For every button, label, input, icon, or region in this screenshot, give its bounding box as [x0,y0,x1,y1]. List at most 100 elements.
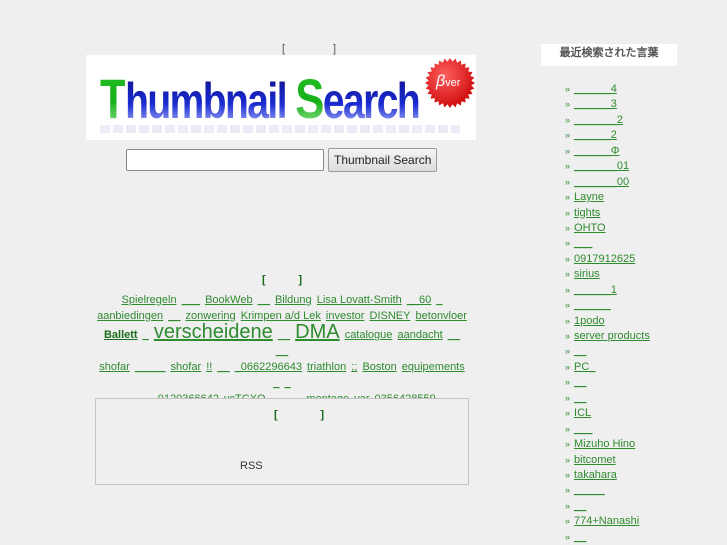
recent-searches-list: » ______4» ______3» _______2» ______2» ______… [565,82,650,545]
tag-link[interactable]: shofar [99,361,130,373]
recent-search-link[interactable]: _______00 [574,176,629,188]
tag-link[interactable]: _ [285,377,291,389]
recent-search-link[interactable]: _______2 [574,114,623,126]
site-logo[interactable]: Thumbnail Search βver [86,55,476,140]
logo-word-humbnail: humbnail [125,73,287,129]
recent-search-item: » sirius [565,267,650,282]
tag-link[interactable]: betonvloer [416,310,467,322]
tag-link[interactable]: _0662296643 [235,361,302,373]
tag-link[interactable]: ;; [351,361,357,373]
recent-search-link[interactable]: __ [574,531,586,543]
tag-link[interactable]: equipements [402,361,465,373]
recent-search-item: » OHTO [565,221,650,236]
tag-cloud-row: aanbiedingen __ zonwering Krimpen a/d Le… [96,308,468,324]
tag-link[interactable]: _ [436,294,442,306]
recent-search-link[interactable]: ______Φ [574,145,619,157]
tag-link[interactable]: _ [273,377,279,389]
double-chevron-right-icon: » [565,392,571,403]
recent-search-link[interactable]: ______1 [574,284,617,296]
recent-search-link[interactable]: __ [574,392,586,404]
double-chevron-right-icon: » [565,469,571,480]
logo-letter-t: T [100,67,127,130]
recent-search-item: » takahara [565,468,650,483]
recent-search-item: » 1podo [565,314,650,329]
search-input[interactable] [126,149,324,171]
double-chevron-right-icon: » [565,485,571,496]
double-chevron-right-icon: » [565,176,571,187]
recent-search-link[interactable]: 774+Nanashi [574,515,639,527]
recent-search-item: » ___ [565,236,650,251]
double-chevron-right-icon: » [565,361,571,372]
tag-link[interactable]: ___ [182,294,200,306]
recent-search-link[interactable]: PC_ [574,361,595,373]
info-title-open: [ [274,409,278,421]
tag-link[interactable]: Bildung [275,294,312,306]
tag-link[interactable]: _____ [135,361,166,373]
tag-link[interactable]: Lisa Lovatt-Smith [317,294,402,306]
recent-search-link[interactable]: ______4 [574,83,617,95]
double-chevron-right-icon: » [565,207,571,218]
recent-search-item: » PC_ [565,360,650,375]
recent-search-link[interactable]: ___ [574,237,592,249]
tag-link[interactable]: shofar [171,361,202,373]
tag-link[interactable]: !! [206,361,212,373]
double-chevron-right-icon: » [565,531,571,542]
recent-search-link[interactable]: ICL [574,407,591,419]
tag-link[interactable]: __ [276,345,288,357]
recent-search-link[interactable]: 1podo [574,315,605,327]
tag-link[interactable]: __ [217,361,229,373]
recent-search-link[interactable]: server products [574,330,650,342]
recent-search-item: » _____ [565,483,650,498]
recent-search-item: » 774+Nanashi [565,514,650,529]
recent-search-item: » ______1 [565,283,650,298]
tag-link[interactable]: verscheidene [154,321,273,343]
recent-search-link[interactable]: OHTO [574,222,606,234]
recent-search-link[interactable]: bitcomet [574,454,616,466]
recent-search-link[interactable]: 0917912625 [574,253,635,265]
recent-search-link[interactable]: tights [574,207,600,219]
double-chevron-right-icon: » [565,423,571,434]
double-chevron-right-icon: » [565,500,571,511]
tag-link[interactable]: aandacht [397,329,442,341]
double-chevron-right-icon: » [565,238,571,249]
tag-link[interactable]: catalogue [345,329,393,341]
tag-link[interactable]: __ [258,294,270,306]
recent-search-link[interactable]: ______ [574,299,611,311]
tag-link[interactable]: Spielregeln [122,294,177,306]
tag-link[interactable]: DISNEY [370,310,411,322]
recent-search-link[interactable]: sirius [574,268,600,280]
rss-label[interactable]: RSS [240,460,263,472]
tag-link[interactable]: __ [448,329,460,341]
recent-search-link[interactable]: __ [574,500,586,512]
recent-search-link[interactable]: ___ [574,423,592,435]
bracket-open: [ [282,43,286,55]
tag-link[interactable]: _ [143,329,149,341]
recent-search-link[interactable]: Layne [574,191,604,203]
recent-search-link[interactable]: Mizuho Hino [574,438,635,450]
beta-label: βver [436,73,461,90]
recent-search-link[interactable]: __ [574,376,586,388]
tag-link[interactable]: __ [278,329,290,341]
double-chevron-right-icon: » [565,346,571,357]
tag-link[interactable]: Ballett [104,329,138,341]
recent-search-link[interactable]: __ [574,345,586,357]
thumbnail-search-button[interactable]: Thumbnail Search [328,148,438,172]
recent-search-item: » _______2 [565,113,650,128]
recent-search-link[interactable]: _____ [574,484,605,496]
recent-search-link[interactable]: ______3 [574,98,617,110]
tag-link[interactable]: DMA [295,321,339,343]
tag-cloud-row: Spielregeln ___ BookWeb __ Bildung Lisa … [96,292,468,308]
tag-link[interactable]: triathlon [307,361,346,373]
recent-search-link[interactable]: ______2 [574,129,617,141]
double-chevron-right-icon: » [565,84,571,94]
recent-search-item: » Mizuho Hino [565,437,650,452]
tag-title-close: ] [298,274,302,286]
tag-link[interactable]: Boston [362,361,396,373]
recent-search-item: » __ [565,530,650,545]
logo-letter-s: S [295,67,324,130]
double-chevron-right-icon: » [565,300,571,311]
tag-link[interactable]: BookWeb [205,294,253,306]
recent-search-link[interactable]: _______01 [574,160,629,172]
recent-search-link[interactable]: takahara [574,469,617,481]
tag-link[interactable]: __60 [407,294,431,306]
